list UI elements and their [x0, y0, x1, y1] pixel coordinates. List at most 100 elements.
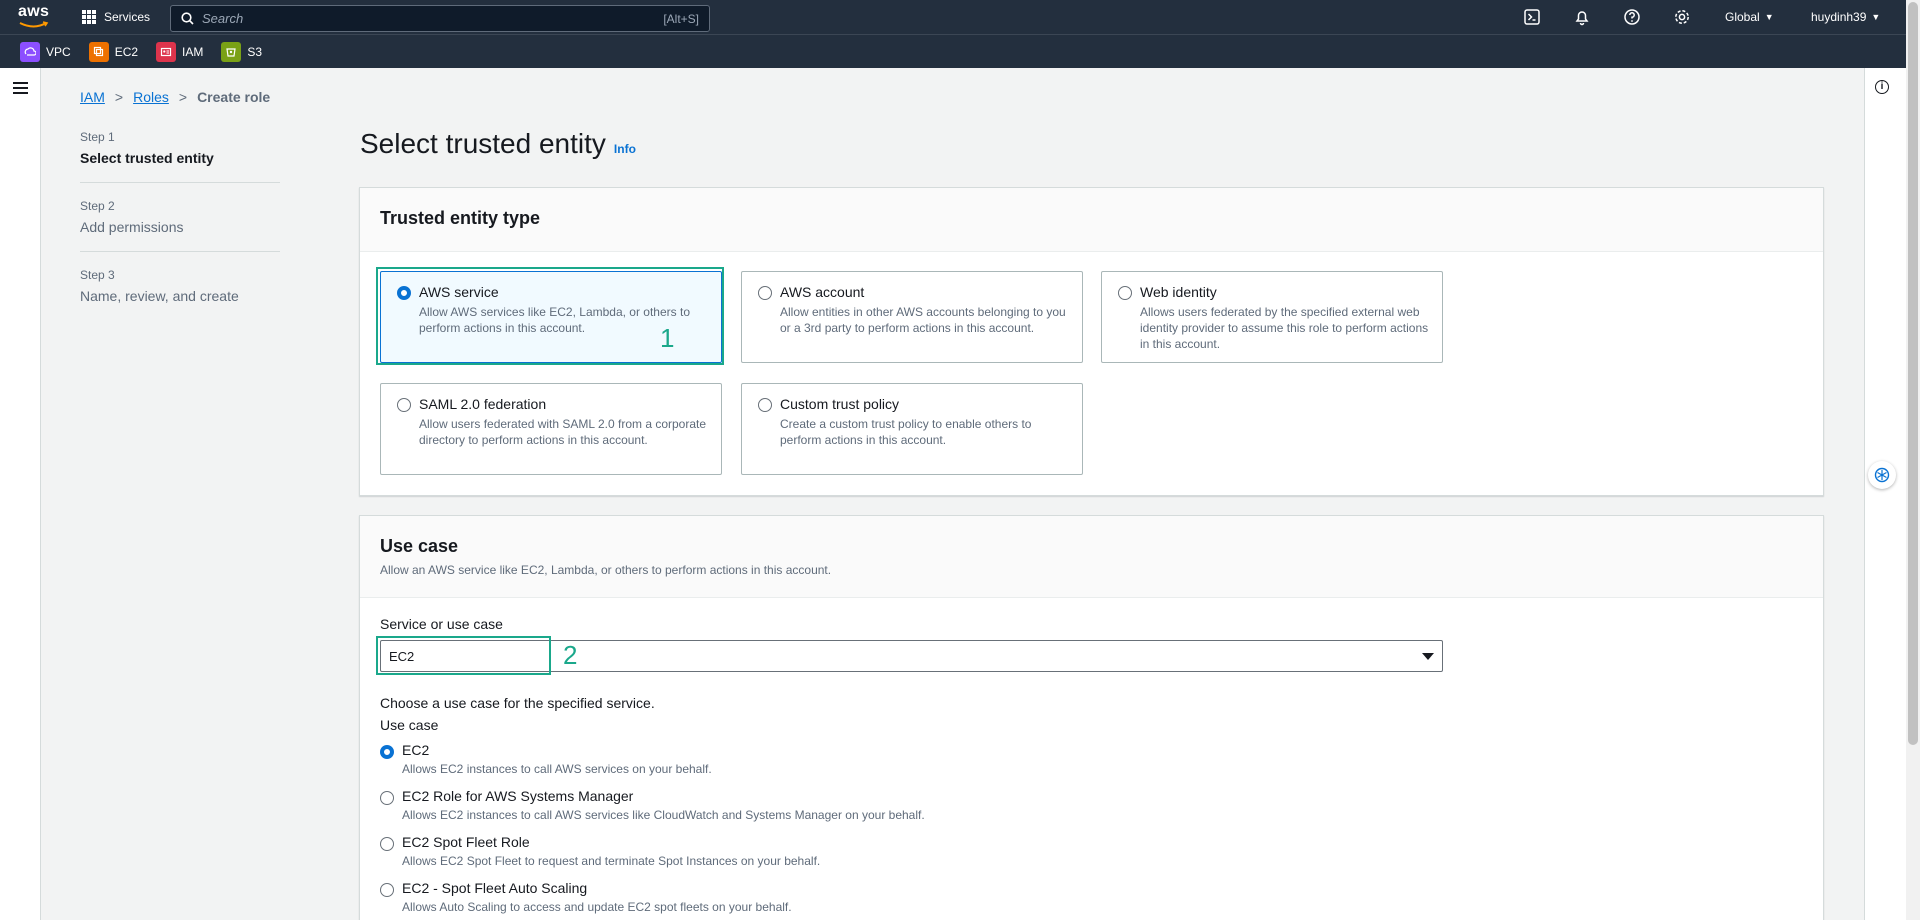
option-title: Web identity [1140, 284, 1217, 300]
favorite-label: S3 [247, 44, 263, 59]
account-menu[interactable]: huydinh39 ▼ [1811, 0, 1880, 34]
ai-assistant-icon[interactable] [1868, 461, 1896, 489]
search-input[interactable]: Search [Alt+S] [170, 5, 710, 32]
option-description: Allows EC2 Spot Fleet to request and ter… [402, 854, 821, 868]
aws-logo[interactable]: aws [18, 4, 52, 30]
notifications-bell-icon[interactable] [1573, 8, 1591, 26]
chevron-right-icon: > [114, 89, 124, 105]
entity-option-custom-trust-policy[interactable]: Custom trust policy Create a custom trus… [741, 383, 1083, 475]
wizard-steps: Step 1 Select trusted entity Step 2 Add … [80, 130, 280, 336]
top-navigation: aws Services Search [Alt+S] Global ▼ huy… [0, 0, 1906, 34]
entity-option-saml[interactable]: SAML 2.0 federation Allow users federate… [380, 383, 722, 475]
right-rail [1864, 68, 1906, 920]
search-shortcut: [Alt+S] [663, 11, 699, 26]
info-link[interactable]: Info [614, 142, 636, 156]
breadcrumb-current: Create role [197, 89, 271, 105]
help-icon[interactable] [1623, 8, 1641, 26]
option-description: Allows users federated by the specified … [1140, 305, 1429, 351]
cloudshell-icon[interactable] [1523, 8, 1541, 26]
username-label: huydinh39 [1811, 10, 1867, 24]
option-title: EC2 Spot Fleet Role [402, 834, 530, 850]
ec2-service-icon [88, 41, 109, 62]
service-field-label: Service or use case [380, 616, 503, 632]
annotation-highlight-box [376, 636, 551, 675]
radio-button[interactable] [380, 883, 394, 897]
annotation-number: 1 [660, 323, 675, 353]
favorite-iam[interactable]: IAM [156, 41, 204, 62]
aws-smile-icon [19, 21, 49, 28]
favorite-label: IAM [182, 44, 204, 59]
option-description: Allow entities in other AWS accounts bel… [780, 305, 1066, 335]
option-title: EC2 - Spot Fleet Auto Scaling [402, 880, 588, 896]
option-description: Create a custom trust policy to enable o… [780, 417, 1032, 447]
use-case-caption: Choose a use case for the specified serv… [380, 695, 655, 711]
scrollbar-thumb[interactable] [1908, 2, 1918, 745]
step-3: Step 3 Name, review, and create [80, 268, 280, 320]
use-case-option-ec2[interactable]: EC2 Allows EC2 instances to call AWS ser… [380, 742, 712, 776]
radio-button[interactable] [380, 745, 394, 759]
page-title: Select trusted entity Info [360, 128, 636, 160]
step-number: Step 1 [80, 130, 115, 144]
panel-header: Use case Allow an AWS service like EC2, … [360, 516, 1823, 598]
option-description: Allows Auto Scaling to access and update… [402, 900, 792, 914]
option-title: AWS account [780, 284, 865, 300]
radio-button[interactable] [758, 286, 772, 300]
option-description: Allow users federated with SAML 2.0 from… [419, 417, 707, 447]
services-menu[interactable]: Services [82, 0, 150, 34]
step-name: Select trusted entity [80, 150, 214, 166]
caret-down-icon: ▼ [1871, 12, 1881, 22]
step-number: Step 3 [80, 268, 115, 282]
entity-option-aws-account[interactable]: AWS account Allow entities in other AWS … [741, 271, 1083, 363]
apps-grid-icon [82, 10, 96, 24]
search-placeholder: Search [202, 11, 244, 26]
services-label: Services [104, 10, 151, 24]
breadcrumb-iam-link[interactable]: IAM [80, 89, 105, 105]
annotation-number: 2 [563, 640, 578, 670]
chevron-right-icon: > [178, 89, 188, 105]
info-panel-icon[interactable]: i [1875, 80, 1889, 94]
menu-hamburger-icon[interactable] [13, 82, 28, 97]
iam-service-icon [156, 41, 177, 62]
favorite-ec2[interactable]: EC2 [88, 41, 139, 62]
favorites-bar: VPC EC2 IAM S3 [0, 34, 1906, 68]
option-description: Allows EC2 instances to call AWS service… [402, 762, 712, 776]
breadcrumb: IAM > Roles > Create role [80, 89, 270, 105]
step-name: Add permissions [80, 219, 184, 235]
radio-button[interactable] [1118, 286, 1132, 300]
panel-header: Trusted entity type [360, 188, 1823, 252]
region-label: Global [1725, 10, 1760, 24]
favorite-s3[interactable]: S3 [221, 41, 263, 62]
use-case-option-ec2-ssm[interactable]: EC2 Role for AWS Systems Manager Allows … [380, 788, 925, 822]
radio-button[interactable] [758, 398, 772, 412]
option-title: Custom trust policy [780, 396, 900, 412]
option-title: EC2 [402, 742, 430, 758]
use-case-label: Use case [380, 717, 439, 733]
step-name: Name, review, and create [80, 288, 239, 304]
step-1: Step 1 Select trusted entity [80, 130, 280, 183]
favorite-label: VPC [46, 44, 71, 59]
radio-button[interactable] [397, 398, 411, 412]
use-case-option-spot-fleet[interactable]: EC2 Spot Fleet Role Allows EC2 Spot Flee… [380, 834, 820, 868]
aws-logo-text: aws [18, 3, 50, 20]
option-title: EC2 Role for AWS Systems Manager [402, 788, 634, 804]
favorite-vpc[interactable]: VPC [20, 41, 71, 62]
caret-down-icon [1422, 652, 1434, 660]
caret-down-icon: ▼ [1764, 12, 1774, 22]
favorite-label: EC2 [114, 44, 139, 59]
entity-option-web-identity[interactable]: Web identity Allows users federated by t… [1101, 271, 1443, 363]
step-2: Step 2 Add permissions [80, 199, 280, 252]
radio-button[interactable] [380, 791, 394, 805]
left-rail [0, 68, 41, 920]
radio-button[interactable] [380, 837, 394, 851]
page-title-text: Select trusted entity [360, 128, 606, 159]
panel-heading: Trusted entity type [380, 208, 541, 228]
settings-gear-icon[interactable] [1673, 8, 1691, 26]
breadcrumb-roles-link[interactable]: Roles [133, 89, 169, 105]
option-description: Allows EC2 instances to call AWS service… [402, 808, 925, 822]
option-title: SAML 2.0 federation [419, 396, 547, 412]
s3-service-icon [221, 41, 242, 62]
vpc-service-icon [20, 41, 40, 62]
use-case-option-spot-fleet-autoscaling[interactable]: EC2 - Spot Fleet Auto Scaling Allows Aut… [380, 880, 792, 914]
step-number: Step 2 [80, 199, 115, 213]
region-selector[interactable]: Global ▼ [1725, 0, 1774, 34]
